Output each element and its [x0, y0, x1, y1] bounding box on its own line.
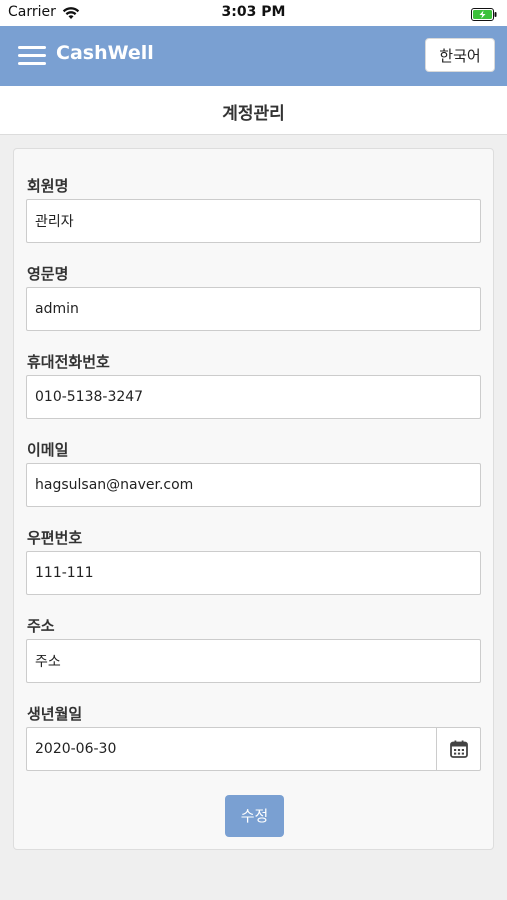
mobile-phone-label: 휴대전화번호: [27, 353, 110, 371]
battery-charging-icon: [471, 6, 497, 25]
brand-title: CashWell: [56, 42, 154, 64]
english-name-input[interactable]: [26, 287, 481, 331]
email-label: 이메일: [27, 441, 69, 459]
email-input[interactable]: [26, 463, 481, 507]
edit-submit-button[interactable]: 수정: [225, 795, 284, 837]
account-form: 회원명 영문명 휴대전화번호 이메일 우편번호 주소 생년월일 수정: [13, 148, 494, 850]
calendar-icon[interactable]: [436, 728, 480, 770]
address-input[interactable]: [26, 639, 481, 683]
birthdate-field: [26, 727, 481, 771]
hamburger-menu-icon[interactable]: [18, 44, 46, 68]
clock: 3:03 PM: [221, 4, 286, 20]
birthdate-label: 생년월일: [27, 705, 83, 723]
page-title-bar: 계정관리: [0, 86, 507, 135]
language-button[interactable]: 한국어: [425, 38, 495, 72]
mobile-phone-input[interactable]: [26, 375, 481, 419]
postal-code-label: 우편번호: [27, 529, 83, 547]
english-name-label: 영문명: [27, 265, 69, 283]
page-title: 계정관리: [222, 104, 285, 124]
address-label: 주소: [27, 617, 55, 635]
app-header: CashWell 한국어: [0, 26, 507, 86]
member-name-input[interactable]: [26, 199, 481, 243]
postal-code-input[interactable]: [26, 551, 481, 595]
status-bar: Carrier 3:03 PM: [0, 0, 507, 26]
birthdate-input[interactable]: [27, 728, 436, 770]
member-name-label: 회원명: [27, 177, 69, 195]
